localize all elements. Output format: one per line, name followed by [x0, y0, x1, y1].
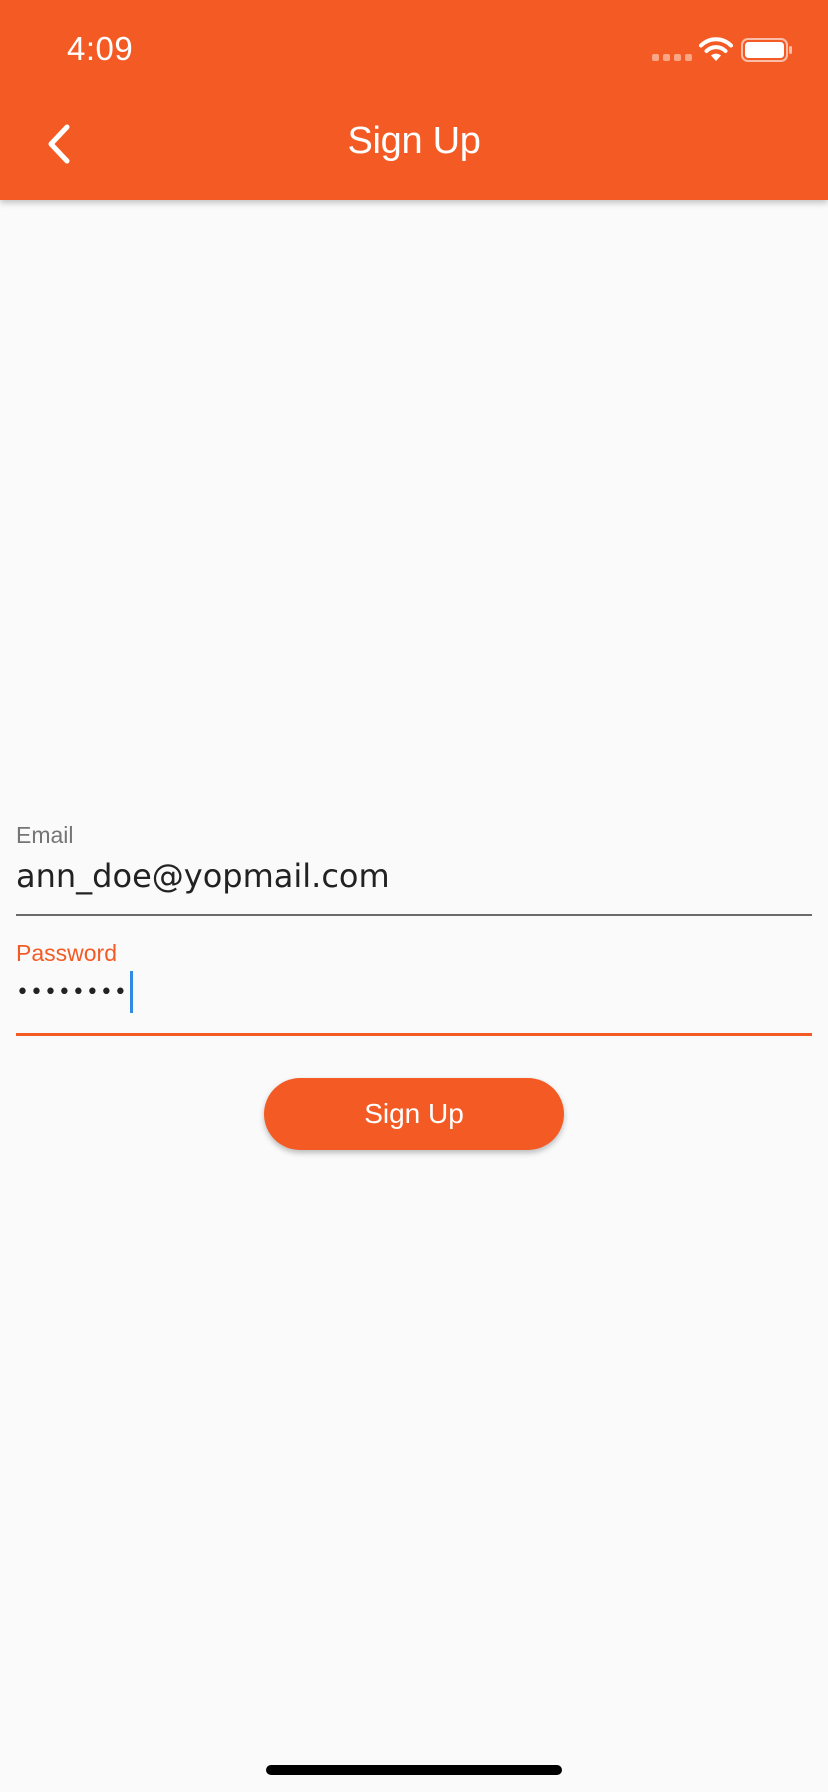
screen: 4:09 Sign Up Email Password •••••••• [0, 0, 828, 1792]
app-bar: 4:09 Sign Up [0, 0, 828, 200]
password-field[interactable]: Password •••••••• [16, 936, 812, 1036]
password-input[interactable]: •••••••• [16, 966, 133, 1018]
page-title: Sign Up [347, 120, 481, 162]
email-field[interactable]: Email [16, 818, 812, 916]
text-caret [129, 971, 133, 1013]
battery-icon [741, 38, 792, 62]
password-label: Password [16, 940, 117, 966]
home-indicator[interactable] [266, 1765, 562, 1775]
email-label: Email [16, 822, 74, 848]
email-input[interactable] [16, 852, 812, 900]
cellular-signal-icon [652, 54, 692, 61]
wifi-icon [699, 37, 733, 61]
sign-up-button[interactable]: Sign Up [264, 1078, 564, 1150]
password-masked-value: •••••••• [16, 979, 128, 1005]
status-time: 4:09 [67, 30, 134, 67]
